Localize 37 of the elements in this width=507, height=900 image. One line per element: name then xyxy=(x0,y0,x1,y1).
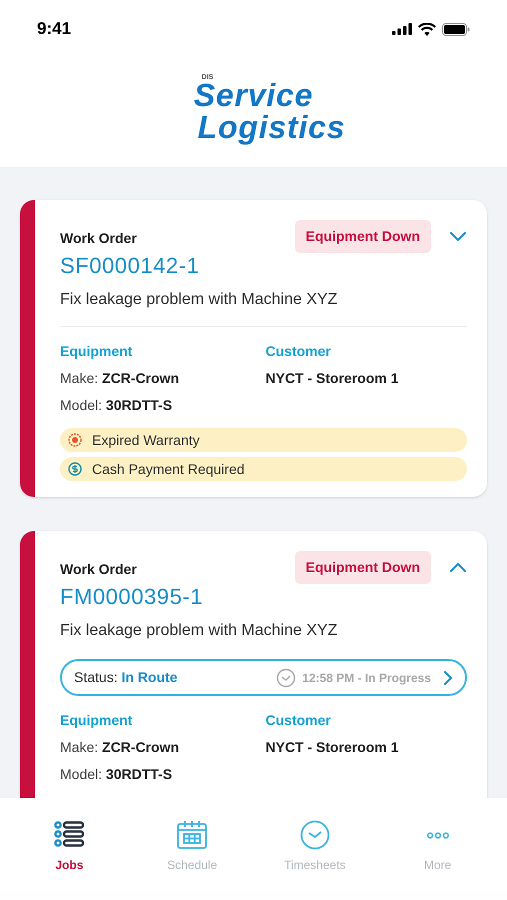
tab-bar-item[interactable]: More xyxy=(390,820,486,874)
badge-icon xyxy=(68,433,82,447)
equipment-label: Equipment xyxy=(60,342,134,361)
customer-label: Customer xyxy=(266,711,332,730)
clock-icon xyxy=(276,668,296,688)
battery-icon xyxy=(442,22,470,36)
tab-bar-item[interactable]: Jobs xyxy=(21,820,118,874)
chevron-down-icon[interactable] xyxy=(449,231,467,242)
work-order-description: Fix leakage problem with Machine XYZ xyxy=(60,290,338,310)
chevron-up-icon[interactable] xyxy=(449,562,467,573)
calendar-icon xyxy=(177,820,208,850)
work-order-description: Fix leakage problem with Machine XYZ xyxy=(60,621,338,641)
wifi-icon xyxy=(418,22,436,36)
priority-badge: Equipment Down xyxy=(294,551,431,584)
make-text: Make: ZCR-Crown xyxy=(60,738,180,757)
model-text: Model: 30RDTT-S xyxy=(60,396,174,415)
priority-badge: Equipment Down xyxy=(294,220,431,253)
dollar-icon xyxy=(68,462,82,476)
model-text: Model: 30RDTT-S xyxy=(60,765,174,784)
alert-pill: Cash Payment Required xyxy=(60,457,467,481)
chevron-right-icon xyxy=(443,670,453,686)
customer-label: Customer xyxy=(266,342,332,361)
status-bar[interactable]: Status: In Route 12:58 PM - In Progress xyxy=(60,659,467,696)
signal-icon xyxy=(392,23,412,35)
more-icon xyxy=(426,832,449,838)
clock-icon xyxy=(300,820,330,850)
make-text: Make: ZCR-Crown xyxy=(60,369,180,388)
work-order-label: Work Order xyxy=(60,229,137,248)
customer-name: NYCT - Storeroom 1 xyxy=(266,369,400,388)
alert-pill: Expired Warranty xyxy=(60,428,467,452)
tab-bar-item[interactable]: Timesheets xyxy=(266,820,363,874)
status-time: 9:41 xyxy=(37,18,72,40)
customer-name: NYCT - Storeroom 1 xyxy=(266,738,400,757)
status-time: 12:58 PM - In Progress xyxy=(302,670,431,686)
work-order-label: Work Order xyxy=(60,560,137,579)
equipment-label: Equipment xyxy=(60,711,134,730)
tab-bar-item[interactable]: Schedule xyxy=(144,820,240,874)
